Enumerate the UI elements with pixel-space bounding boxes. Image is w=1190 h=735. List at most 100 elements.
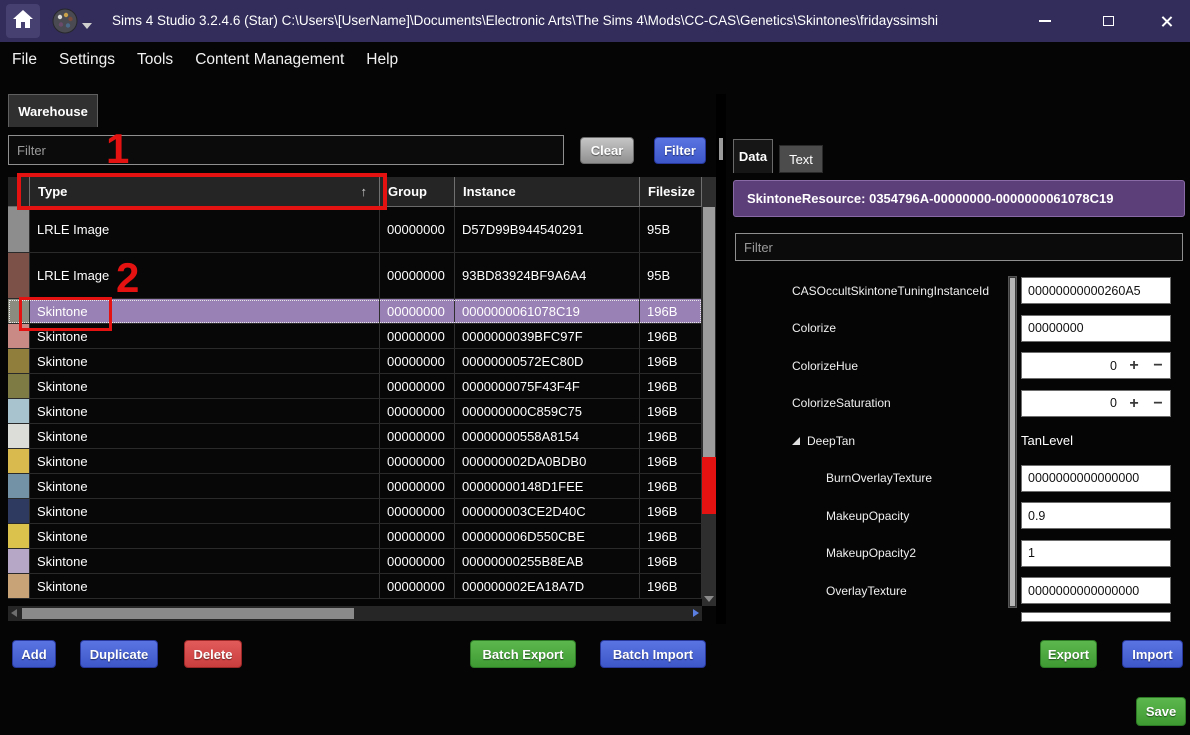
- property-row[interactable]: ColorizeHue0+−: [726, 347, 1186, 385]
- property-value-input[interactable]: 0000000000000000: [1021, 465, 1171, 492]
- table-vertical-scrollbar[interactable]: [702, 177, 716, 606]
- stepper-decrement-button[interactable]: −: [1146, 391, 1170, 416]
- row-type: Skintone: [30, 549, 380, 573]
- expander-expanded-icon[interactable]: [792, 437, 800, 445]
- property-value-input[interactable]: 00000000: [1021, 315, 1171, 342]
- duplicate-button[interactable]: Duplicate: [80, 640, 158, 668]
- row-filesize: 196B: [640, 349, 702, 373]
- horizontal-scrollbar-thumb[interactable]: [22, 608, 354, 619]
- table-row[interactable]: Skintone00000000000000000C859C75196B: [8, 399, 702, 424]
- property-value-input[interactable]: 0.9: [1021, 502, 1171, 529]
- column-header-instance[interactable]: Instance: [455, 177, 640, 206]
- row-type: LRLE Image: [30, 207, 380, 252]
- vertical-scrollbar-thumb[interactable]: [703, 207, 715, 457]
- row-instance: 000000002EA18A7D: [455, 574, 640, 598]
- home-icon: [13, 10, 33, 33]
- table-row[interactable]: Skintone0000000000000000558A8154196B: [8, 424, 702, 449]
- table-row[interactable]: Skintone000000000000000061078C19196B: [8, 299, 702, 324]
- home-button[interactable]: [6, 4, 40, 38]
- property-row[interactable]: MakeupOpacity21: [726, 535, 1186, 573]
- minimize-button[interactable]: [1022, 0, 1068, 42]
- row-filesize: 196B: [640, 299, 702, 323]
- table-row[interactable]: LRLE Image00000000D57D99B94454029195B: [8, 207, 702, 253]
- menu-item-help[interactable]: Help: [355, 42, 409, 77]
- property-value-input[interactable]: 00000000000260A5: [1021, 277, 1171, 304]
- table-row[interactable]: Skintone00000000000000002EA18A7D196B: [8, 574, 702, 599]
- add-button[interactable]: Add: [12, 640, 56, 668]
- import-button[interactable]: Import: [1122, 640, 1183, 668]
- property-row[interactable]: BurnOverlayTexture0000000000000000: [726, 460, 1186, 498]
- warehouse-filter-input[interactable]: [8, 135, 564, 165]
- row-type: Skintone: [30, 474, 380, 498]
- batch-import-button[interactable]: Batch Import: [600, 640, 706, 668]
- scroll-down-icon[interactable]: [704, 596, 714, 602]
- column-header-group[interactable]: Group: [380, 177, 455, 206]
- tab-warehouse[interactable]: Warehouse: [8, 94, 98, 127]
- table-row[interactable]: Skintone000000000000000075F43F4F196B: [8, 374, 702, 399]
- property-row[interactable]: CASOccultSkintoneTuningInstanceId 0000000…: [726, 272, 1186, 310]
- property-value: 00000000000260A5: [1021, 277, 1171, 304]
- property-value-input[interactable]: 0000000000000000: [1021, 577, 1171, 604]
- batch-export-button[interactable]: Batch Export: [470, 640, 576, 668]
- property-name-label: CASOccultSkintoneTuningInstanceId: [792, 284, 989, 298]
- tab-text[interactable]: Text: [779, 145, 823, 173]
- row-filesize: 196B: [640, 474, 702, 498]
- row-color-swatch: [8, 474, 30, 498]
- property-row[interactable]: DeepTanTanLevel: [726, 422, 1186, 460]
- column-header-filesize[interactable]: Filesize: [640, 177, 702, 206]
- stepper-value[interactable]: 0: [1022, 396, 1122, 410]
- menu-item-tools[interactable]: Tools: [126, 42, 184, 77]
- scrollbar-red-highlight: [702, 457, 716, 514]
- row-group: 00000000: [380, 374, 455, 398]
- save-button[interactable]: Save: [1136, 697, 1186, 726]
- table-row[interactable]: Skintone00000000000000006D550CBE196B: [8, 524, 702, 549]
- export-button[interactable]: Export: [1040, 640, 1097, 668]
- stepper-increment-button[interactable]: +: [1122, 391, 1146, 416]
- property-row[interactable]: OverlayTexture0000000000000000: [726, 572, 1186, 610]
- row-type: Skintone: [30, 574, 380, 598]
- stepper-increment-button[interactable]: +: [1122, 353, 1146, 378]
- maximize-button[interactable]: [1085, 0, 1131, 42]
- table-row[interactable]: Skintone0000000000000000572EC80D196B: [8, 349, 702, 374]
- maximize-icon: [1103, 16, 1114, 26]
- property-scrollbar-thumb[interactable]: [1010, 278, 1015, 606]
- scroll-right-icon[interactable]: [693, 609, 699, 617]
- close-button[interactable]: [1143, 0, 1189, 42]
- row-instance: 000000003CE2D40C: [455, 499, 640, 523]
- splitter-handle[interactable]: [719, 138, 723, 160]
- palette-menu-button[interactable]: [52, 8, 92, 39]
- property-value-input[interactable]: 1: [1021, 540, 1171, 567]
- clear-button[interactable]: Clear: [580, 137, 634, 164]
- menu-item-settings[interactable]: Settings: [48, 42, 126, 77]
- delete-button[interactable]: Delete: [184, 640, 242, 668]
- property-filter-input[interactable]: [735, 233, 1183, 261]
- filter-button[interactable]: Filter: [654, 137, 706, 164]
- stepper-value[interactable]: 0: [1022, 359, 1122, 373]
- stepper-decrement-button[interactable]: −: [1146, 353, 1170, 378]
- property-value: 1: [1021, 540, 1171, 567]
- table-row[interactable]: LRLE Image0000000093BD83924BF9A6A495B: [8, 253, 702, 299]
- table-horizontal-scrollbar[interactable]: [8, 606, 702, 621]
- property-value-stepper[interactable]: 0+−: [1021, 390, 1171, 417]
- annotation-number-2: 2: [116, 257, 139, 299]
- scroll-left-icon[interactable]: [11, 609, 17, 617]
- table-row[interactable]: Skintone00000000000000003CE2D40C196B: [8, 499, 702, 524]
- table-row[interactable]: Skintone000000000000000039BFC97F196B: [8, 324, 702, 349]
- property-row[interactable]: ColorizeSaturation 0+−: [726, 385, 1186, 423]
- property-row[interactable]: Colorize00000000: [726, 310, 1186, 348]
- table-row[interactable]: Skintone0000000000000000255B8EAB196B: [8, 549, 702, 574]
- tab-data[interactable]: Data: [733, 139, 773, 173]
- property-name-label: ColorizeSaturation: [792, 396, 891, 410]
- menu-item-file[interactable]: File: [1, 42, 48, 77]
- property-row[interactable]: MakeupOpacity 0.9: [726, 497, 1186, 535]
- row-color-swatch: [8, 449, 30, 473]
- table-row[interactable]: Skintone0000000000000000148D1FEE196B: [8, 474, 702, 499]
- row-type: Skintone: [30, 399, 380, 423]
- property-name: MakeupOpacity: [726, 509, 1008, 523]
- property-scrollbar[interactable]: [1008, 276, 1017, 608]
- row-filesize: 196B: [640, 524, 702, 548]
- table-row[interactable]: Skintone00000000000000002DA0BDB0196B: [8, 449, 702, 474]
- panel-splitter[interactable]: [716, 94, 726, 624]
- property-value-stepper[interactable]: 0+−: [1021, 352, 1171, 379]
- menu-item-content-management[interactable]: Content Management: [184, 42, 355, 77]
